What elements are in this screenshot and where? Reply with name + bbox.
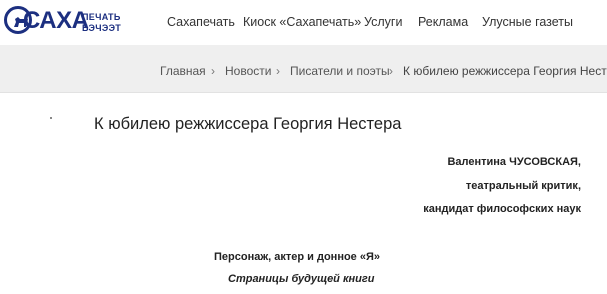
stray-dot <box>50 117 52 119</box>
nav-item-sakhapechat[interactable]: Сахапечать <box>167 14 235 30</box>
logo-sub-line-1: ПЕЧАТЬ <box>82 12 121 22</box>
nav-item-services[interactable]: Услуги <box>364 14 402 30</box>
section-heading: Персонаж, актер и донное «Я» <box>214 251 380 263</box>
site-logo[interactable]: САХА ПЕЧАТЬ БЭЧЭЭТ <box>4 6 122 40</box>
nav-item-advertising[interactable]: Реклама <box>418 14 468 30</box>
breadcrumb-separator: › <box>276 64 280 78</box>
breadcrumb-current: К юбилею режжиссера Георгия Нестера <box>403 64 607 78</box>
article-title: К юбилею режжиссера Георгия Нестера <box>94 115 402 133</box>
breadcrumb-news[interactable]: Новости <box>225 64 271 78</box>
site-header: САХА ПЕЧАТЬ БЭЧЭЭТ Сахапечать Киоск «Сах… <box>0 0 607 45</box>
logo-sub-line-2: БЭЧЭЭТ <box>82 23 122 33</box>
breadcrumb: Главная › Новости › Писатели и поэты › К… <box>0 45 607 93</box>
breadcrumb-separator: › <box>389 64 393 78</box>
author-degree: кандидат философских наук <box>423 203 581 215</box>
nav-item-kiosk[interactable]: Киоск «Сахапечать» <box>243 14 361 30</box>
author-name: Валентина ЧУСОВСКАЯ, <box>447 156 581 168</box>
breadcrumb-writers-poets[interactable]: Писатели и поэты <box>290 64 390 78</box>
author-role: театральный критик, <box>465 180 581 192</box>
logo-brand-text: САХА <box>23 7 89 34</box>
breadcrumb-separator: › <box>211 64 215 78</box>
section-subheading: Страницы будущей книги <box>228 273 375 285</box>
breadcrumb-home[interactable]: Главная <box>160 64 206 78</box>
nav-item-district-newspapers[interactable]: Улусные газеты <box>482 14 573 30</box>
